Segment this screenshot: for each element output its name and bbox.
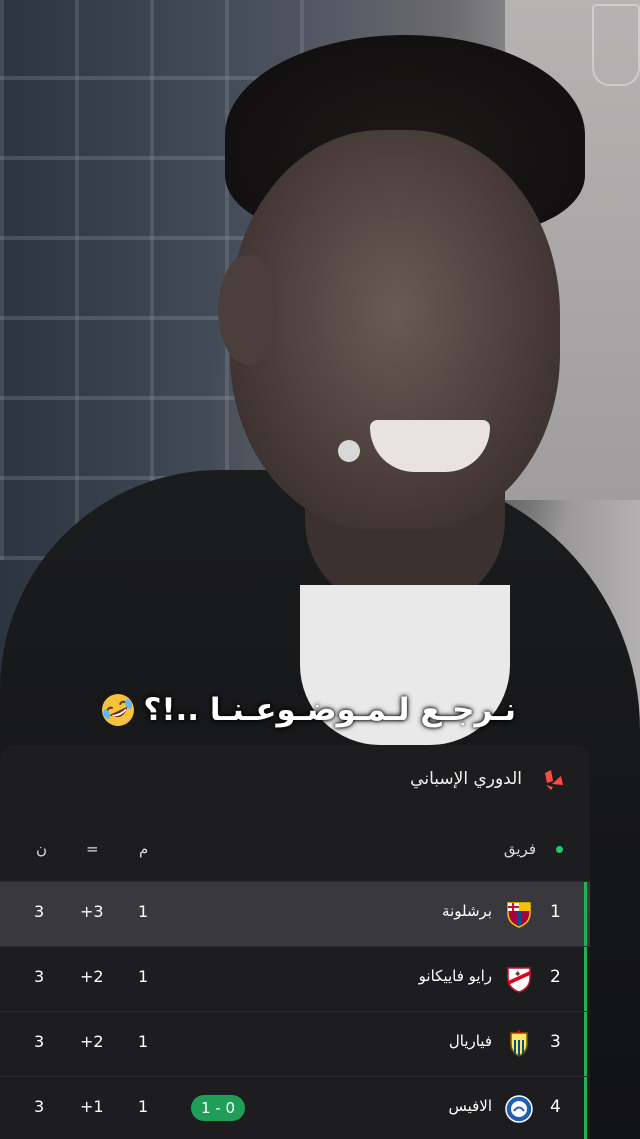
qualification-zone-bar [584, 882, 587, 946]
video-caption: نـرجـع لـمـوضـوعـنـا ..!؟ [96, 685, 516, 735]
header-played: م [139, 840, 149, 858]
qualification-zone-bar [584, 1012, 587, 1076]
table-row[interactable]: 3 فياريال 1 +2 3 [0, 1011, 590, 1076]
row-team: رايو فاييكانو [418, 967, 492, 985]
standings-card[interactable]: الدوري الإسباني فريق م = ن 1 برشلونة 1 +… [0, 745, 590, 1139]
qualification-zone-bar [584, 1077, 587, 1139]
headset-mic-icon [338, 440, 360, 462]
row-goal-diff: +2 [80, 967, 104, 986]
row-team: الافيس [448, 1097, 492, 1115]
caption-text: نـرجـع لـمـوضـوعـنـا ..!؟ [143, 692, 516, 728]
row-points: 3 [34, 902, 45, 921]
row-rank: 4 [550, 1097, 561, 1117]
laughing-emoji-icon [99, 691, 137, 729]
table-header: فريق م = ن [0, 818, 590, 878]
barcelona-crest-icon [505, 900, 533, 928]
row-goal-diff: +3 [80, 902, 104, 921]
laliga-icon [541, 767, 567, 793]
header-points: ن [36, 840, 48, 858]
standings-header: الدوري الإسباني [0, 745, 590, 817]
row-goal-diff: +1 [80, 1097, 104, 1116]
person-ear [218, 255, 278, 365]
row-goal-diff: +2 [80, 1032, 104, 1051]
row-rank: 3 [550, 1032, 561, 1052]
rayo-crest-icon [505, 965, 533, 993]
row-points: 3 [34, 967, 45, 986]
person-face [230, 130, 560, 530]
federation-badge-icon [592, 4, 640, 86]
header-diff: = [86, 840, 99, 858]
row-points: 3 [34, 1032, 45, 1051]
row-rank: 1 [550, 902, 561, 922]
status-dot-icon [556, 846, 563, 853]
row-played: 1 [138, 967, 149, 986]
table-row[interactable]: 2 رايو فاييكانو 1 +2 3 [0, 946, 590, 1011]
alaves-crest-icon [505, 1095, 533, 1123]
villarreal-crest-icon [505, 1030, 533, 1058]
header-team: فريق [503, 840, 536, 858]
league-title: الدوري الإسباني [410, 769, 522, 789]
qualification-zone-bar [584, 947, 587, 1011]
row-played: 1 [138, 1097, 149, 1116]
row-played: 1 [138, 1032, 149, 1051]
last-match-score-badge[interactable]: 1 - 0 [191, 1095, 246, 1121]
row-points: 3 [34, 1097, 45, 1116]
table-row[interactable]: 4 الافيس 1 - 0 1 +1 3 [0, 1076, 590, 1139]
row-rank: 2 [550, 967, 561, 987]
row-team: برشلونة [442, 902, 492, 920]
row-played: 1 [138, 902, 149, 921]
row-team: فياريال [448, 1032, 492, 1050]
table-row[interactable]: 1 برشلونة 1 +3 3 [0, 881, 590, 946]
